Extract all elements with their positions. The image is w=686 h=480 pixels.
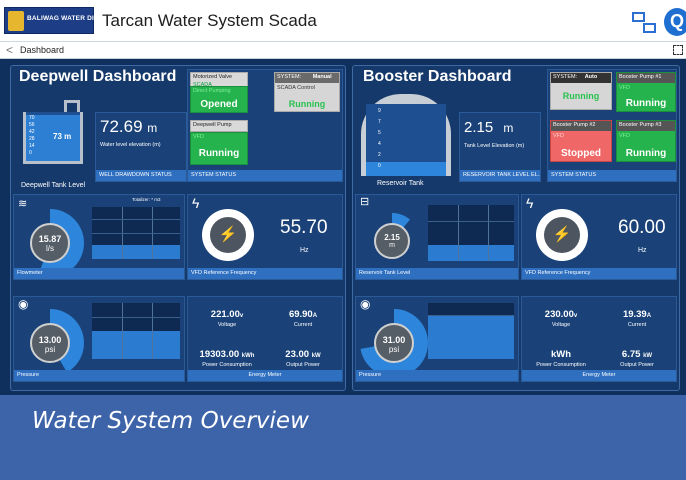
motorized-valve-value[interactable]: Direct Pumping Opened [190,86,248,113]
booster-system-status-card: SYSTEM: Auto Running Booster Pump #1 VFD… [547,69,677,182]
booster-pump-1-status[interactable]: Booster Pump #1 VFD Running [616,72,676,112]
well-drawdown-status-label: WELL DRAWDOWN STATUS [96,170,186,181]
deepwell-energy-label: Energy Meter [188,370,342,381]
deepwell-vfd-value: 55.70 [280,217,328,238]
tank-icon: ⊟ [360,196,370,208]
booster-vfd-value: 60.00 [618,217,666,238]
deepwell-tank-reading: 73 m [53,132,72,141]
water-level-card: 72.69 m Water level elevation (m) WELL D… [95,112,187,182]
booster-title: Booster Dashboard [363,68,512,85]
reservoir-tank-scale: 975420 [378,108,381,169]
reservoir-trend-chart [428,205,514,261]
flowmeter-card: ≋ Totalizer: * m3 15.87 l/s Flowmeter [13,194,185,280]
deepwell-tank-scale: 70 56 42 28 14 0 [29,115,35,156]
reservoir-level-reading: 2.15 m [374,223,410,259]
deepwell-vfd-label: VFD Reference Frequency [188,268,342,279]
pressure-gauge-icon: ◉ [18,297,29,311]
deepwell-energy-card: 221.00v Voltage 69.90A Current 19303.00 kW… [187,296,343,382]
flowmeter-reading: 15.87 l/s [30,223,70,263]
deepwell-system-mode[interactable]: SYSTEM: Manual SCADA Control Running [274,72,340,112]
fullscreen-icon[interactable] [673,45,683,55]
deepwell-pressure-label: Pressure [14,370,184,381]
booster-vfd-label: VFD Reference Frequency [522,268,676,279]
lightning-gear-icon: ϟ [526,195,534,211]
booster-system-status-label: SYSTEM STATUS [548,170,676,181]
overview-caption: Water System Overview [32,408,309,434]
deepwell-system-status-label: SYSTEM STATUS [188,170,342,181]
booster-vfd-card: ϟ ⚡ 60.00 Hz VFD Reference Frequency [521,194,677,280]
deepwell-title: Deepwell Dashboard [19,68,177,85]
reservoir-level-label: Reservoir Tank Level [356,268,518,279]
booster-pump-2-status[interactable]: Booster Pump #2 VFD Stopped [550,120,612,162]
deepwell-tank: 70 56 42 28 14 0 73 m [23,100,83,164]
tank-level-caption: Tank Level Elevation (m) [464,143,525,149]
booster-system-mode[interactable]: SYSTEM: Auto Running [550,72,612,110]
deepwell-vfd-card: ϟ ⚡ 55.70 Hz VFD Reference Frequency [187,194,343,280]
deepwell-system-status-card: Motorized Valve SCADA Direct Pumping Ope… [187,69,343,182]
reservoir-tank-label: Reservoir Tank [377,180,424,187]
deepwell-vfd-unit: Hz [300,247,309,254]
district-logo: BALIWAG WATER DISTRICT [4,7,118,34]
water-level-value: 72.69 m [100,117,158,136]
tank-level-card: 2.15 m Tank Level Elevation (m) RESERVOI… [459,112,541,182]
breadcrumb: Dashboard [20,45,65,55]
deepwell-pressure-card: ◉ 13.00 psi Pressure [13,296,185,382]
booster-pressure-label: Pressure [356,370,518,381]
water-level-caption: Water level elevation (m) [100,142,161,148]
deepwell-pump-header: Deepwell Pump [190,120,248,132]
pressure-trend-chart [92,303,180,359]
booster-pressure-reading: 31.00 psi [374,323,414,363]
booster-pressure-trend-chart [428,303,514,359]
reservoir-level-card: ⊟ 2.15 m Reservoir Tank Level [355,194,519,280]
deepwell-panel: Deepwell Dashboard 70 56 42 28 14 0 73 m Deep… [10,65,346,391]
flowmeter-label: Flowmeter [14,268,184,279]
title-bar: BALIWAG WATER DISTRICT Tarcan Water Syst… [0,0,686,42]
back-chevron-icon[interactable]: < [6,43,13,57]
dashboard-area: Deepwell Dashboard 70 56 42 28 14 0 73 m Deep… [0,59,686,395]
district-emblem-icon [8,11,24,31]
booster-panel: Booster Dashboard 975420 Reservoir Tank … [352,65,680,391]
booster-vfd-unit: Hz [638,247,647,254]
deepwell-tank-label: Deepwell Tank Level [21,182,86,189]
network-icon[interactable] [632,12,658,34]
tank-level-value: 2.15 m [464,119,514,136]
waves-icon: ≋ [18,198,28,210]
deepwell-pressure-reading: 13.00 psi [30,323,70,363]
totalizer-text: Totalizer: * m3 [132,197,161,202]
booster-energy-card: 230.00v Voltage 19.39A Current kWh Power Co… [521,296,677,382]
reservoir-tank: 975420 [366,104,446,176]
lightning-icon: ⚡ [210,217,246,253]
flowmeter-trend-chart [92,207,180,259]
lightning-gear-icon: ϟ [192,195,200,211]
booster-pump-3-status[interactable]: Booster Pump #3 VFD Running [616,120,676,162]
pressure-gauge-icon: ◉ [360,297,371,311]
booster-pressure-card: ◉ 31.00 psi Pressure [355,296,519,382]
breadcrumb-bar: < Dashboard [0,42,686,59]
booster-energy-label: Energy Meter [522,370,676,381]
reservoir-tank-level-label: RESERVOIR TANK LEVEL EL... [460,170,540,181]
search-button[interactable]: Q [664,8,686,36]
deepwell-pump-status[interactable]: VFD Running [190,132,248,165]
lightning-icon: ⚡ [544,217,580,253]
app-title: Tarcan Water System Scada [102,11,317,30]
